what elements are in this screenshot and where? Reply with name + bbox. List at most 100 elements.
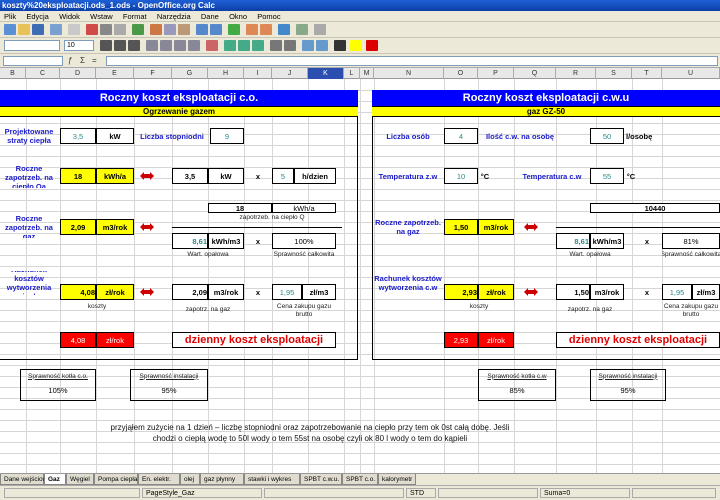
temp-cw-value[interactable]: 55	[590, 168, 624, 184]
column-header[interactable]: B	[0, 68, 26, 79]
font-color-icon[interactable]	[366, 40, 378, 51]
background-color-icon[interactable]	[350, 40, 362, 51]
heat-demand-value[interactable]: 18	[60, 168, 96, 184]
column-header[interactable]: S	[596, 68, 632, 79]
persons-value[interactable]: 4	[444, 128, 478, 144]
selection-mode-field[interactable]: STD	[406, 488, 436, 498]
font-size-combo[interactable]: 10	[64, 40, 94, 51]
column-header[interactable]: L	[344, 68, 360, 79]
spreadsheet-grid[interactable]: B C D E F G H I J K L M N O P Q R S T U …	[0, 68, 720, 473]
font-name-combo[interactable]	[4, 40, 60, 51]
page-style-field[interactable]: PageStyle_Gaz	[142, 488, 262, 498]
open-icon[interactable]	[18, 24, 30, 35]
column-header[interactable]: F	[134, 68, 172, 79]
degree-days-value[interactable]: 9	[210, 128, 244, 144]
email-icon[interactable]	[50, 24, 62, 35]
calorific-value[interactable]: 8,61	[556, 233, 590, 249]
column-header[interactable]: N	[374, 68, 444, 79]
gas-demand-value[interactable]: 1,50	[444, 219, 478, 235]
underline-icon[interactable]	[128, 40, 140, 51]
tab-kalorymetr[interactable]: kalorymetr	[378, 474, 416, 485]
italic-icon[interactable]	[114, 40, 126, 51]
spellcheck-icon[interactable]	[132, 24, 144, 35]
column-header-selected[interactable]: K	[308, 68, 344, 79]
column-header[interactable]: U	[662, 68, 720, 79]
menu-format[interactable]: Format	[119, 11, 151, 22]
justify-icon[interactable]	[188, 40, 200, 51]
align-left-icon[interactable]	[146, 40, 158, 51]
price-value[interactable]: 1,95	[662, 284, 692, 300]
zoom-slider[interactable]	[632, 488, 716, 498]
tab-pompa-ciepla[interactable]: Pompa ciepła	[94, 474, 138, 485]
menu-dane[interactable]: Dane	[197, 11, 223, 22]
boiler-cw-value[interactable]: 85%	[480, 383, 554, 397]
navigator-icon[interactable]	[296, 24, 308, 35]
hours-value[interactable]: 5	[272, 168, 294, 184]
menu-narzedzia[interactable]: Narzędzia	[153, 11, 195, 22]
copy-icon[interactable]	[164, 24, 176, 35]
align-center-icon[interactable]	[160, 40, 172, 51]
column-header[interactable]: T	[632, 68, 662, 79]
tab-olej[interactable]: olej	[180, 474, 200, 485]
save-icon[interactable]	[32, 24, 44, 35]
column-header[interactable]: I	[244, 68, 272, 79]
percent-format-icon[interactable]	[238, 40, 250, 51]
tab-spbt-co[interactable]: SPBT c.o.	[342, 474, 378, 485]
cut-icon[interactable]	[150, 24, 162, 35]
hyperlink-icon[interactable]	[228, 24, 240, 35]
bold-icon[interactable]	[100, 40, 112, 51]
menu-widok[interactable]: Widok	[55, 11, 84, 22]
gas-demand-value[interactable]: 2,09	[60, 219, 96, 235]
install-right-value[interactable]: 95%	[592, 383, 664, 397]
formula-input[interactable]	[106, 56, 718, 66]
boiler-co-value[interactable]: 105%	[22, 383, 94, 397]
standard-format-icon[interactable]	[252, 40, 264, 51]
name-box[interactable]	[3, 56, 63, 66]
borders-icon[interactable]	[334, 40, 346, 51]
remove-decimal-icon[interactable]	[284, 40, 296, 51]
temp-zw-value[interactable]: 10	[444, 168, 478, 184]
tab-gaz[interactable]: Gaz	[44, 474, 66, 485]
zoom-field[interactable]	[264, 488, 404, 498]
menu-okno[interactable]: Okno	[225, 11, 251, 22]
redo-icon[interactable]	[210, 24, 222, 35]
menu-pomoc[interactable]: Pomoc	[253, 11, 284, 22]
decrease-indent-icon[interactable]	[302, 40, 314, 51]
column-header[interactable]: G	[172, 68, 208, 79]
loss-value[interactable]: 3,5	[60, 128, 96, 144]
column-header[interactable]: P	[478, 68, 514, 79]
tab-dane-wejsciowe[interactable]: Dane wejściowe	[0, 474, 51, 485]
tab-wegiel[interactable]: Węgiel	[66, 474, 94, 485]
tab-gaz-plynny[interactable]: gaz płynny	[200, 474, 244, 485]
function-wizard-icon[interactable]: ƒ	[68, 56, 78, 66]
sort-descending-icon[interactable]	[260, 24, 272, 35]
undo-icon[interactable]	[196, 24, 208, 35]
increase-indent-icon[interactable]	[316, 40, 328, 51]
sum-icon[interactable]: Σ	[80, 56, 90, 66]
page-preview-icon[interactable]	[114, 24, 126, 35]
tab-spbt-cwu[interactable]: SPBT c.w.u.	[300, 474, 342, 485]
print-icon[interactable]	[100, 24, 112, 35]
tab-en-elektr[interactable]: En. elektr.	[138, 474, 180, 485]
tab-stawki-i-wykres[interactable]: stawki i wykres	[244, 474, 300, 485]
column-header[interactable]: E	[96, 68, 134, 79]
add-decimal-icon[interactable]	[270, 40, 282, 51]
column-header[interactable]: M	[360, 68, 374, 79]
formula-icon[interactable]: =	[92, 56, 102, 66]
currency-format-icon[interactable]	[224, 40, 236, 51]
menu-wstaw[interactable]: Wstaw	[86, 11, 117, 22]
zoom-icon[interactable]	[314, 24, 326, 35]
price-value[interactable]: 1,95	[272, 284, 302, 300]
column-header[interactable]: D	[60, 68, 96, 79]
menu-edycja[interactable]: Edycja	[22, 11, 53, 22]
calorific-value[interactable]: 8,61	[172, 233, 208, 249]
install-left-value[interactable]: 95%	[132, 383, 206, 397]
edit-file-icon[interactable]	[68, 24, 80, 35]
export-pdf-icon[interactable]	[86, 24, 98, 35]
align-right-icon[interactable]	[174, 40, 186, 51]
merge-cells-icon[interactable]	[206, 40, 218, 51]
paste-icon[interactable]	[178, 24, 190, 35]
column-header[interactable]: H	[208, 68, 244, 79]
column-header[interactable]: Q	[514, 68, 556, 79]
column-header[interactable]: J	[272, 68, 308, 79]
